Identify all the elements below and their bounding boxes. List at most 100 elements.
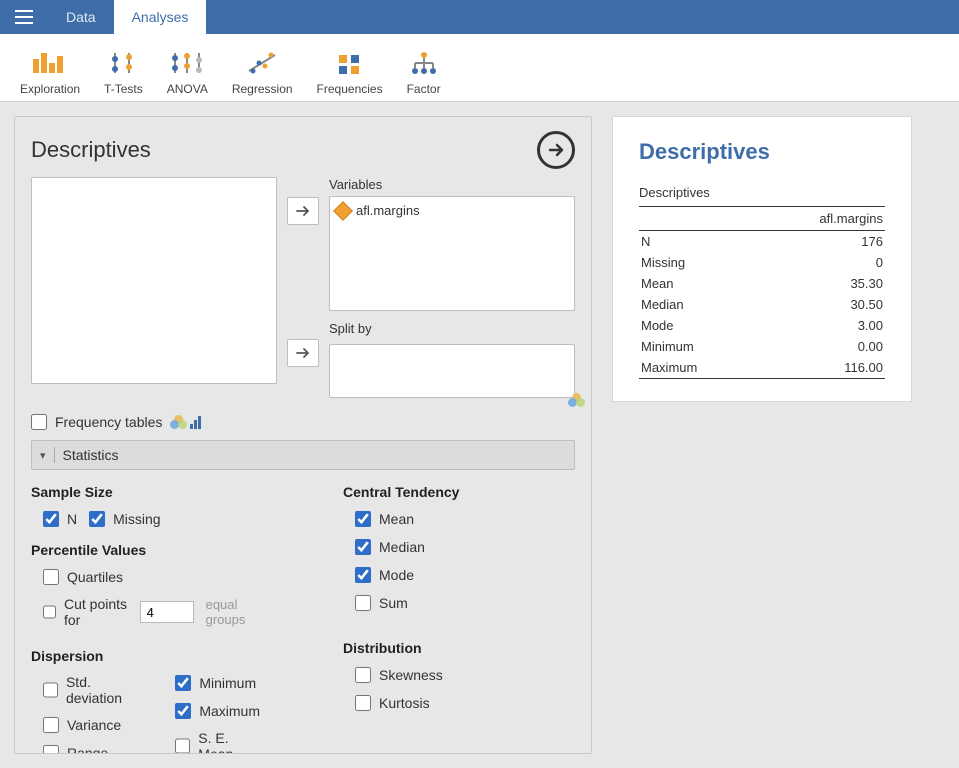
median-checkbox[interactable] (355, 539, 371, 555)
results-row: Maximum116.00 (639, 357, 885, 379)
results-row: N176 (639, 231, 885, 253)
results-row-label: N (639, 231, 755, 253)
n-label: N (67, 511, 77, 527)
minimum-label: Minimum (199, 675, 256, 691)
ribbon-frequencies[interactable]: Frequencies (305, 34, 395, 101)
analyses-ribbon: Exploration T-Tests ANOVA Regression Fre… (0, 34, 959, 102)
results-row-label: Mode (639, 315, 755, 336)
cutpoints-input[interactable] (140, 601, 194, 623)
cutpoints-checkbox[interactable] (43, 604, 56, 620)
results-row-label: Minimum (639, 336, 755, 357)
variable-name: afl.margins (356, 203, 420, 218)
ttests-icon (107, 46, 139, 80)
chevron-down-icon: ▾ (40, 449, 46, 462)
mode-label: Mode (379, 567, 414, 583)
arrow-right-icon (546, 140, 566, 160)
results-row-label: Mean (639, 273, 755, 294)
quartiles-checkbox[interactable] (43, 569, 59, 585)
results-row: Mode3.00 (639, 315, 885, 336)
ribbon-label: Exploration (20, 82, 80, 96)
results-table-title: Descriptives (639, 185, 885, 200)
maximum-checkbox[interactable] (175, 703, 191, 719)
available-variables-list[interactable] (31, 177, 277, 384)
anova-icon (168, 46, 206, 80)
results-row-value: 0.00 (755, 336, 885, 357)
results-row-label: Maximum (639, 357, 755, 379)
ribbon-anova[interactable]: ANOVA (155, 34, 220, 101)
range-label: Range (67, 745, 108, 754)
results-row: Median30.50 (639, 294, 885, 315)
options-panel: Descriptives Variables (14, 116, 592, 754)
ribbon-factor[interactable]: Factor (395, 34, 453, 101)
results-row-label: Missing (639, 252, 755, 273)
skewness-checkbox[interactable] (355, 667, 371, 683)
splitby-list[interactable] (329, 344, 575, 398)
statistics-section-toggle[interactable]: ▾ Statistics (31, 440, 575, 470)
results-table: afl.margins N176Missing0Mean35.30Median3… (639, 206, 885, 379)
results-row-value: 30.50 (755, 294, 885, 315)
collapse-button[interactable] (537, 131, 575, 169)
mean-checkbox[interactable] (355, 511, 371, 527)
tab-data[interactable]: Data (48, 0, 114, 34)
hamburger-icon (15, 10, 33, 24)
variables-list[interactable]: afl.margins (329, 196, 575, 311)
regression-icon (245, 46, 279, 80)
semean-label: S. E. Mean (198, 730, 263, 754)
results-row-value: 176 (755, 231, 885, 253)
menu-button[interactable] (0, 0, 48, 34)
continuous-var-icon (333, 201, 353, 221)
results-row: Missing0 (639, 252, 885, 273)
missing-label: Missing (113, 511, 160, 527)
frequencies-icon (335, 46, 365, 80)
kurtosis-label: Kurtosis (379, 695, 430, 711)
panel-title: Descriptives (31, 137, 151, 163)
group-central: Central Tendency (343, 484, 575, 500)
move-to-variables-button[interactable] (287, 197, 319, 225)
median-label: Median (379, 539, 425, 555)
sum-label: Sum (379, 595, 408, 611)
freq-tables-label: Frequency tables (55, 414, 162, 430)
minimum-checkbox[interactable] (175, 675, 191, 691)
exploration-icon (31, 46, 69, 80)
group-dispersion: Dispersion (31, 648, 263, 664)
results-row-value: 35.30 (755, 273, 885, 294)
mean-label: Mean (379, 511, 414, 527)
quartiles-label: Quartiles (67, 569, 123, 585)
arrow-right-icon (296, 347, 310, 359)
mode-checkbox[interactable] (355, 567, 371, 583)
variable-item[interactable]: afl.margins (336, 203, 568, 218)
ribbon-label: Frequencies (317, 82, 383, 96)
std-checkbox[interactable] (43, 682, 58, 698)
results-row: Minimum0.00 (639, 336, 885, 357)
variance-label: Variance (67, 717, 121, 733)
section-title: Statistics (63, 447, 119, 463)
semean-checkbox[interactable] (175, 738, 190, 754)
std-label: Std. deviation (66, 674, 145, 706)
factor-icon (409, 46, 439, 80)
tab-analyses[interactable]: Analyses (114, 0, 207, 34)
ribbon-exploration[interactable]: Exploration (8, 34, 92, 101)
results-title: Descriptives (639, 139, 885, 165)
variables-label: Variables (329, 177, 575, 192)
results-row-value: 116.00 (755, 357, 885, 379)
freq-tables-checkbox[interactable] (31, 414, 47, 430)
cutpoints-suffix: equal groups (206, 597, 263, 627)
move-to-splitby-button[interactable] (287, 339, 319, 367)
variance-checkbox[interactable] (43, 717, 59, 733)
ordinal-icon (190, 416, 201, 429)
sum-checkbox[interactable] (355, 595, 371, 611)
results-row-value: 0 (755, 252, 885, 273)
range-checkbox[interactable] (43, 745, 59, 754)
group-percentile: Percentile Values (31, 542, 263, 558)
group-sample-size: Sample Size (31, 484, 263, 500)
results-row-label: Median (639, 294, 755, 315)
results-row-value: 3.00 (755, 315, 885, 336)
ribbon-ttests[interactable]: T-Tests (92, 34, 155, 101)
maximum-label: Maximum (199, 703, 260, 719)
kurtosis-checkbox[interactable] (355, 695, 371, 711)
missing-checkbox[interactable] (89, 511, 105, 527)
results-row: Mean35.30 (639, 273, 885, 294)
skewness-label: Skewness (379, 667, 443, 683)
ribbon-regression[interactable]: Regression (220, 34, 305, 101)
n-checkbox[interactable] (43, 511, 59, 527)
